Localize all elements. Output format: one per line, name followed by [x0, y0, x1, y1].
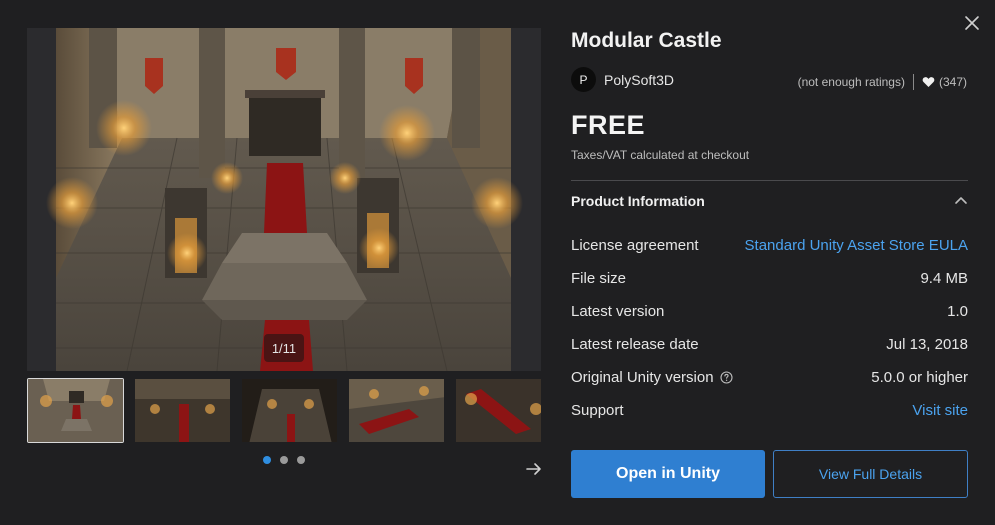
help-circle-icon[interactable]: [720, 371, 733, 384]
info-label-text: Original Unity version: [571, 369, 714, 386]
publisher[interactable]: P PolySoft3D: [571, 67, 674, 92]
product-title: Modular Castle: [571, 29, 722, 52]
publisher-avatar: P: [571, 67, 596, 92]
pagination-dot-2[interactable]: [280, 456, 288, 464]
info-label-with-help: Original Unity version: [571, 369, 733, 386]
divider: [571, 180, 968, 181]
info-value: 5.0.0 or higher: [871, 369, 968, 386]
info-value: 1.0: [947, 303, 968, 320]
ratings-text: (not enough ratings): [797, 75, 905, 89]
info-row-support: Support Visit site: [571, 394, 968, 427]
info-row-file-size: File size 9.4 MB: [571, 262, 968, 295]
ratings-summary: (not enough ratings) (347): [798, 74, 967, 90]
support-link[interactable]: Visit site: [912, 402, 968, 419]
product-info-header[interactable]: Product Information: [571, 193, 968, 209]
thumbnail-2[interactable]: [134, 378, 231, 443]
publisher-name[interactable]: PolySoft3D: [604, 72, 674, 88]
price: FREE: [571, 110, 646, 140]
close-icon: [965, 16, 979, 30]
info-value: 9.4 MB: [920, 270, 968, 287]
info-label: Latest release date: [571, 336, 699, 353]
info-label: License agreement: [571, 237, 699, 254]
thumbnail-4[interactable]: [348, 378, 445, 443]
thumbnail-1[interactable]: [27, 378, 124, 443]
next-thumbnails-button[interactable]: [524, 459, 544, 479]
heart-icon[interactable]: [922, 76, 935, 88]
tax-note: Taxes/VAT calculated at checkout: [571, 148, 750, 162]
thumbnail-image: [28, 379, 123, 442]
thumbnail-strip: [27, 378, 541, 443]
section-title: Product Information: [571, 193, 705, 209]
info-label: Support: [571, 402, 624, 419]
close-button[interactable]: [962, 13, 982, 33]
info-value: Jul 13, 2018: [886, 336, 968, 353]
view-full-details-button[interactable]: View Full Details: [773, 450, 968, 498]
info-label: File size: [571, 270, 627, 287]
info-row-license: License agreement Standard Unity Asset S…: [571, 229, 968, 262]
thumbnail-5[interactable]: [455, 378, 541, 443]
castle-scene-image: [27, 28, 541, 371]
pagination-dot-1[interactable]: [263, 456, 271, 464]
pagination-dots: [263, 456, 305, 464]
thumbnail-image: [242, 379, 337, 442]
product-info-list: License agreement Standard Unity Asset S…: [571, 229, 968, 427]
thumbnail-image: [349, 379, 444, 442]
info-row-latest-version: Latest version 1.0: [571, 295, 968, 328]
info-row-release-date: Latest release date Jul 13, 2018: [571, 328, 968, 361]
thumbnail-3[interactable]: [241, 378, 338, 443]
license-link[interactable]: Standard Unity Asset Store EULA: [745, 237, 968, 254]
open-in-unity-button[interactable]: Open in Unity: [571, 450, 765, 498]
pagination-dot-3[interactable]: [297, 456, 305, 464]
info-label: Latest version: [571, 303, 665, 320]
thumbnail-image: [456, 379, 541, 442]
main-preview-image[interactable]: [27, 28, 541, 371]
info-row-unity-version: Original Unity version 5.0.0 or higher: [571, 361, 968, 394]
image-counter: 1/11: [264, 334, 304, 362]
favorites-count: (347): [938, 75, 967, 89]
thumbnail-image: [135, 379, 230, 442]
chevron-up-icon[interactable]: [954, 194, 968, 208]
ratings-divider: [912, 74, 914, 90]
arrow-right-icon: [526, 463, 541, 475]
